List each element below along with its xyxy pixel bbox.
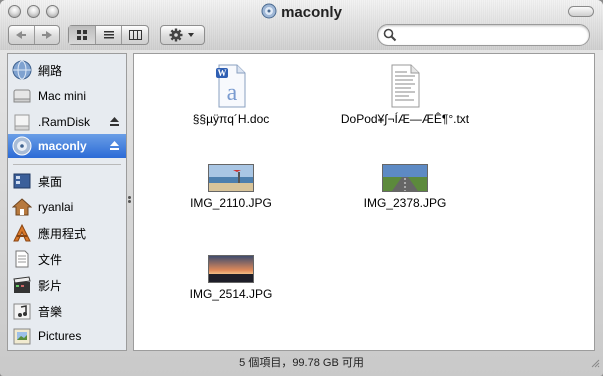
sidebar-item-desktop[interactable]: 桌面 [8,169,126,193]
sidebar-item-label: Mac mini [38,89,87,103]
file-name: IMG_2514.JPG [189,287,273,301]
sidebar-item-documents[interactable]: 文件 [8,247,126,271]
applications-icon [11,222,33,244]
sidebar-item-music[interactable]: 音樂 [8,299,126,323]
desktop-icon [11,170,33,192]
sunset-photo-thumbnail [208,255,254,283]
computer-icon [11,85,33,107]
movies-icon [11,274,33,296]
network-disk-icon [261,3,277,23]
word-document-icon: W a [216,64,246,108]
sidebar-item-ramdisk[interactable]: .RamDisk [8,110,126,134]
back-forward-group [8,25,60,45]
network-globe-icon [11,59,33,81]
road-photo-thumbnail [382,164,428,192]
sidebar-item-label: 音樂 [38,304,63,319]
search-icon [383,28,397,42]
text-file-icon [391,64,420,108]
icon-grid-icon [76,30,87,40]
sidebar-item-label: .RamDisk [38,115,91,129]
eject-icon[interactable] [109,140,120,154]
file-item[interactable]: IMG_2378.JPG [335,164,475,210]
icon-view-button[interactable] [69,26,95,44]
sidebar-item-pictures[interactable]: Pictures [8,324,126,348]
search-field[interactable] [377,24,590,46]
title-bar: maconly [0,0,603,50]
svg-text:W: W [218,68,227,78]
search-input[interactable] [400,28,584,44]
arrow-left-icon [16,31,27,39]
file-item[interactable]: IMG_2110.JPG [161,164,301,210]
columns-icon [128,30,142,40]
sidebar-item-maconly[interactable]: maconly [8,134,126,158]
arrow-right-icon [41,31,52,39]
action-menu-button[interactable] [160,25,205,45]
gear-icon [169,28,194,42]
list-view-button[interactable] [94,26,122,44]
status-bar: 5 個項目，99.78 GB 可用 [239,357,364,369]
file-name: IMG_2110.JPG [190,196,272,210]
window-title-text: maconly [281,4,342,21]
pictures-icon [11,325,33,347]
sidebar-divider [13,164,121,165]
sidebar-item-applications[interactable]: 應用程式 [8,221,126,245]
sidebar: 網路 Mac mini .RamDisk maconly 桌面 ryanlai … [7,53,127,351]
forward-button[interactable] [33,26,60,44]
music-icon [11,300,33,322]
home-icon [11,196,33,218]
network-disk-icon [11,135,33,157]
view-mode-group [68,25,149,45]
sidebar-item-mac-mini[interactable]: Mac mini [8,84,126,108]
sidebar-item-label: 影片 [38,278,63,293]
svg-text:a: a [227,80,238,106]
file-item[interactable]: W a §§µÿπq´H.doc [161,64,301,126]
column-view-button[interactable] [121,26,148,44]
list-icon [103,31,114,39]
sidebar-item-network[interactable]: 網路 [8,58,126,82]
beach-photo-thumbnail [208,164,254,192]
sidebar-splitter-handle[interactable] [128,196,131,203]
back-button[interactable] [9,26,34,44]
file-browser-area: W a §§µÿπq´H.doc DoPod¥∫¬ÍÆ—ÆÊ¶°.txt IMG… [133,53,595,351]
sidebar-item-movies[interactable]: 影片 [8,273,126,297]
file-name: §§µÿπq´H.doc [192,112,270,126]
disk-icon [11,111,33,133]
sidebar-item-label: 應用程式 [38,226,87,241]
file-name: IMG_2378.JPG [363,196,447,210]
toolbar-toggle-button[interactable] [568,6,594,17]
resize-grip-icon[interactable] [590,355,600,373]
documents-icon [11,248,33,270]
finder-window: maconly 網路 Mac mini .RamDisk maconly 桌面 … [0,0,603,376]
sidebar-item-home[interactable]: ryanlai [8,195,126,219]
sidebar-item-label: ryanlai [38,200,74,214]
sidebar-item-label: Pictures [38,329,82,343]
window-title: maconly [0,3,603,23]
file-item[interactable]: IMG_2514.JPG [161,255,301,301]
file-item[interactable]: DoPod¥∫¬ÍÆ—ÆÊ¶°.txt [335,64,475,126]
eject-icon[interactable] [109,116,120,130]
sidebar-item-label: maconly [38,139,87,153]
sidebar-item-label: 網路 [38,63,63,78]
file-name: DoPod¥∫¬ÍÆ—ÆÊ¶°.txt [340,112,470,126]
sidebar-item-label: 文件 [38,252,63,267]
sidebar-item-label: 桌面 [38,174,63,189]
